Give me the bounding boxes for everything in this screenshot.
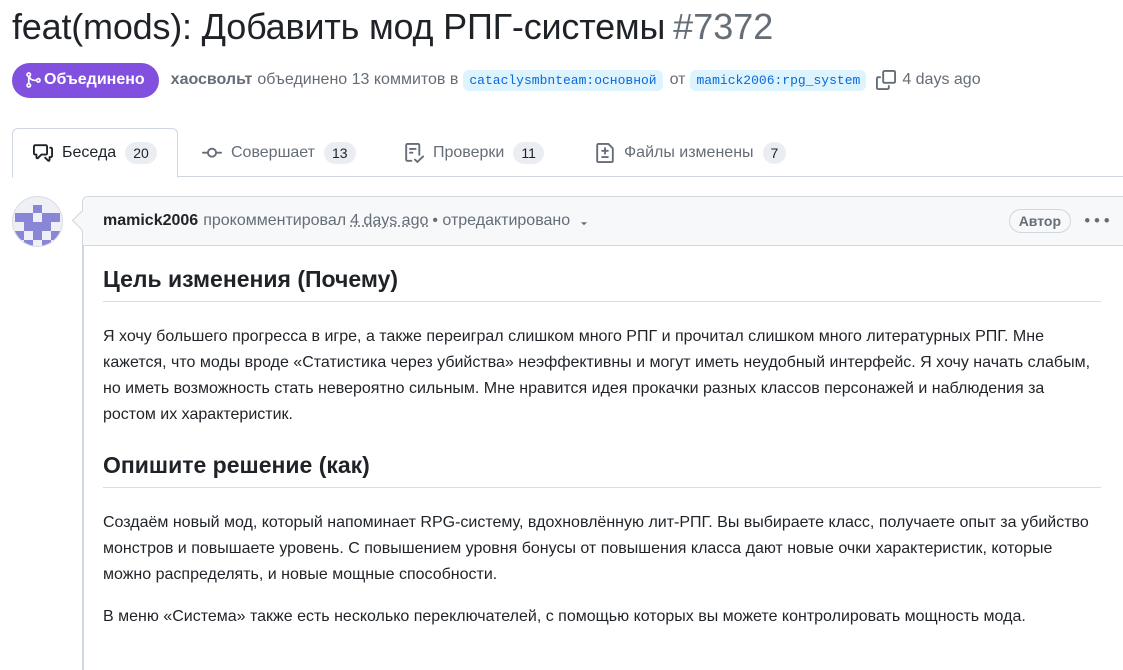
base-branch[interactable]: cataclysmbnteam:основной (463, 69, 663, 91)
comment-action: прокомментировал (203, 212, 347, 229)
identicon-image (15, 205, 60, 246)
edited-dropdown[interactable]: • отредактировано (432, 212, 570, 230)
comment-timestamp-link[interactable]: 4 days ago (350, 212, 428, 230)
tab-checks-label: Проверки (433, 143, 505, 161)
avatar[interactable] (12, 196, 63, 247)
edited-label: • отредактировано (432, 212, 571, 229)
comment-body: Цель изменения (Почему) Я хочу большего … (83, 246, 1113, 630)
merged-state-label: Объединено (44, 71, 145, 88)
section-heading-why: Цель изменения (Почему) (103, 266, 1101, 302)
paragraph-system-menu: В меню «Система» также есть несколько пе… (103, 608, 1026, 625)
tab-commits[interactable]: Совершает 13 (202, 128, 356, 177)
merger-link[interactable]: хаосвольт (171, 71, 253, 89)
paragraph-how: Создаём новый мод, который напоминает RP… (103, 514, 1089, 583)
head-branch[interactable]: mamick2006:rpg_system (690, 69, 867, 91)
merged-state-badge: Объединено (12, 62, 159, 98)
tab-conversation[interactable]: Беседа 20 (12, 128, 178, 178)
copy-icon (876, 70, 897, 90)
pr-title: feat(mods): Добавить мод РПГ-системы (12, 6, 666, 47)
git-merge-icon (26, 72, 41, 88)
tab-files-changed-count: 7 (762, 141, 787, 164)
tab-files-changed-label: Файлы изменены (624, 143, 754, 161)
kebab-horizontal-icon[interactable] (1085, 209, 1109, 233)
file-diff-icon (596, 142, 614, 163)
tab-commits-count: 13 (324, 141, 356, 164)
merge-time: 4 days ago (902, 71, 981, 88)
merge-description: объединено 13 коммитов в (257, 71, 459, 88)
tab-commits-label: Совершает (231, 143, 315, 161)
comment-discussion-icon (33, 144, 53, 162)
pr-meta-row: Объединено хаосвольт объединено 13 комми… (12, 62, 981, 98)
from-text: от (669, 71, 686, 88)
author-role-badge: Автор (1008, 209, 1071, 233)
tab-checks-count: 11 (513, 141, 544, 164)
triangle-down-icon[interactable] (578, 217, 590, 229)
tab-checks[interactable]: Проверки 11 (404, 128, 544, 177)
tab-conversation-count: 20 (125, 142, 157, 164)
section-heading-how: Опишите решение (как) (103, 452, 1101, 488)
pr-number: #7372 (673, 6, 774, 47)
comment-header: mamick2006 прокомментировал 4 days ago •… (83, 197, 1123, 246)
paragraph-why: Я хочу большего прогресса в игре, а такж… (103, 328, 1091, 423)
git-commit-icon (202, 147, 222, 158)
tab-files-changed[interactable]: Файлы изменены 7 (595, 128, 787, 177)
comment-box: mamick2006 прокомментировал 4 days ago •… (82, 196, 1123, 670)
pr-title-row: feat(mods): Добавить мод РПГ-системы #737… (12, 6, 773, 48)
pr-tab-nav: Беседа 20 Совершает 13 Проверки 11 Файлы… (12, 128, 1123, 178)
tab-conversation-label: Беседа (62, 144, 117, 161)
comment-author-link[interactable]: mamick2006 (103, 212, 198, 230)
checklist-icon (405, 142, 424, 163)
copy-branch-button[interactable] (876, 70, 897, 90)
